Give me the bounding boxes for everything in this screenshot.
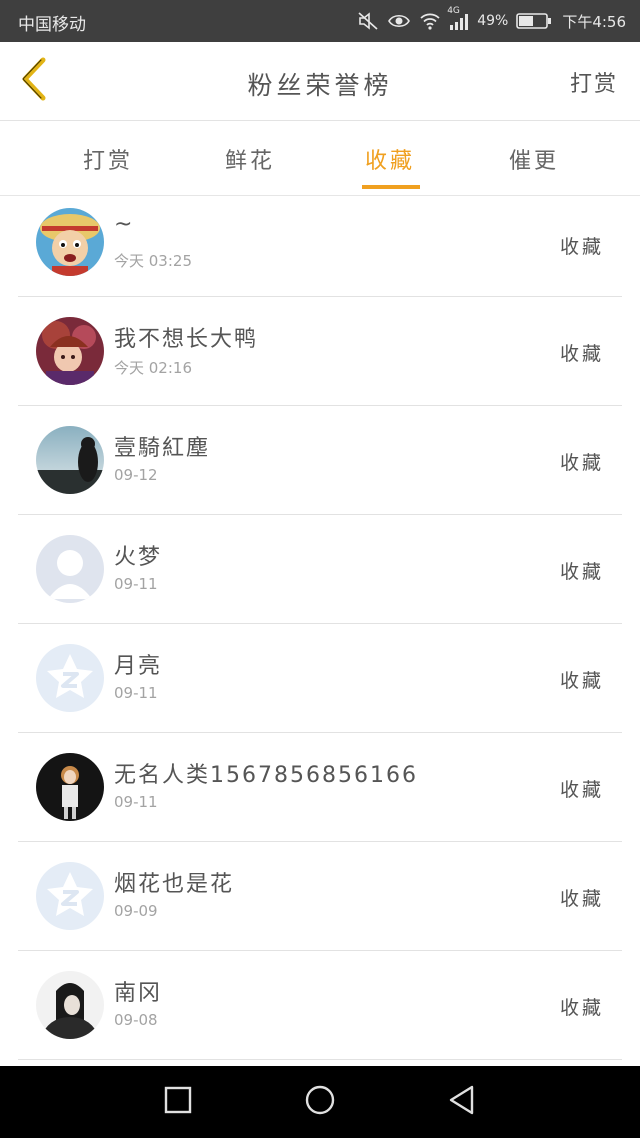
list-item[interactable]: 火梦 09-11 收藏 bbox=[18, 515, 622, 624]
user-time: 今天 03:25 bbox=[114, 252, 192, 270]
square-icon bbox=[164, 1086, 192, 1118]
user-name: 月亮 bbox=[114, 654, 163, 679]
user-name: 无名人类1567856856166 bbox=[114, 763, 418, 788]
user-name: 南冈 bbox=[114, 981, 163, 1006]
action-label: 收藏 bbox=[559, 343, 604, 365]
tab-flowers[interactable]: 鲜花 bbox=[200, 143, 300, 175]
header: 粉丝荣誉榜 打赏 bbox=[0, 42, 640, 121]
list-item[interactable]: 南冈 09-08 收藏 bbox=[18, 951, 622, 1060]
user-name: ~ bbox=[114, 212, 135, 237]
action-label: 收藏 bbox=[559, 561, 604, 583]
battery-percent: 49% bbox=[477, 13, 509, 29]
list-item[interactable]: 无名人类1567856856166 09-11 收藏 bbox=[18, 733, 622, 842]
reward-button[interactable]: 打赏 bbox=[570, 66, 618, 98]
system-nav-bar bbox=[0, 1066, 640, 1138]
status-bar: 中国移动 4G 49% 下午4:56 bbox=[0, 0, 640, 42]
recent-apps-button[interactable] bbox=[158, 1084, 198, 1120]
list-item[interactable]: 我不想长大鸭 今天 02:16 收藏 bbox=[18, 297, 622, 406]
network-type-label: 4G bbox=[447, 6, 460, 16]
eye-icon bbox=[387, 12, 411, 30]
wifi-icon bbox=[419, 12, 441, 30]
clock: 下午4:56 bbox=[562, 12, 626, 31]
user-time: 今天 02:16 bbox=[114, 359, 192, 377]
avatar bbox=[36, 644, 104, 712]
triangle-back-icon bbox=[448, 1085, 476, 1119]
active-tab-indicator bbox=[362, 185, 420, 189]
user-name: 烟花也是花 bbox=[114, 872, 235, 897]
user-name: 壹騎紅塵 bbox=[114, 436, 211, 461]
status-icons: 4G 49% 下午4:56 bbox=[357, 6, 626, 34]
circle-icon bbox=[304, 1084, 336, 1120]
action-label: 收藏 bbox=[559, 888, 604, 910]
list-item[interactable]: 壹騎紅塵 09-12 收藏 bbox=[18, 406, 622, 515]
tab-collect[interactable]: 收藏 bbox=[340, 143, 440, 175]
avatar bbox=[36, 426, 104, 494]
page-title: 粉丝荣誉榜 bbox=[247, 71, 393, 100]
user-time: 09-11 bbox=[114, 793, 158, 811]
avatar bbox=[36, 862, 104, 930]
user-time: 09-08 bbox=[114, 1011, 158, 1029]
fan-list[interactable]: ~ 今天 03:25 收藏 我不想长大鸭 今天 02:16 收藏 壹騎紅塵 09… bbox=[0, 196, 640, 1060]
user-name: 火梦 bbox=[114, 545, 163, 570]
user-time: 09-12 bbox=[114, 466, 158, 484]
home-button[interactable] bbox=[300, 1084, 340, 1120]
tab-reward[interactable]: 打赏 bbox=[58, 143, 158, 175]
action-label: 收藏 bbox=[559, 779, 604, 801]
tab-bar: 打赏 鲜花 收藏 催更 bbox=[0, 121, 640, 196]
avatar bbox=[36, 317, 104, 385]
user-time: 09-11 bbox=[114, 684, 158, 702]
avatar bbox=[36, 753, 104, 821]
list-item[interactable]: 烟花也是花 09-09 收藏 bbox=[18, 842, 622, 951]
action-label: 收藏 bbox=[559, 670, 604, 692]
system-back-button[interactable] bbox=[442, 1084, 482, 1120]
action-label: 收藏 bbox=[559, 236, 604, 258]
signal-icon: 4G bbox=[447, 6, 469, 30]
user-time: 09-11 bbox=[114, 575, 158, 593]
list-item[interactable]: 月亮 09-11 收藏 bbox=[18, 624, 622, 733]
avatar bbox=[36, 971, 104, 1039]
user-time: 09-09 bbox=[114, 902, 158, 920]
mute-icon bbox=[357, 11, 379, 31]
carrier-label: 中国移动 bbox=[18, 15, 86, 35]
user-name: 我不想长大鸭 bbox=[114, 327, 259, 352]
tab-urge-update[interactable]: 催更 bbox=[484, 143, 584, 175]
avatar bbox=[36, 535, 104, 603]
avatar bbox=[36, 208, 104, 276]
list-item[interactable]: ~ 今天 03:25 收藏 bbox=[18, 196, 622, 297]
action-label: 收藏 bbox=[559, 452, 604, 474]
battery-icon bbox=[516, 12, 552, 30]
action-label: 收藏 bbox=[559, 997, 604, 1019]
